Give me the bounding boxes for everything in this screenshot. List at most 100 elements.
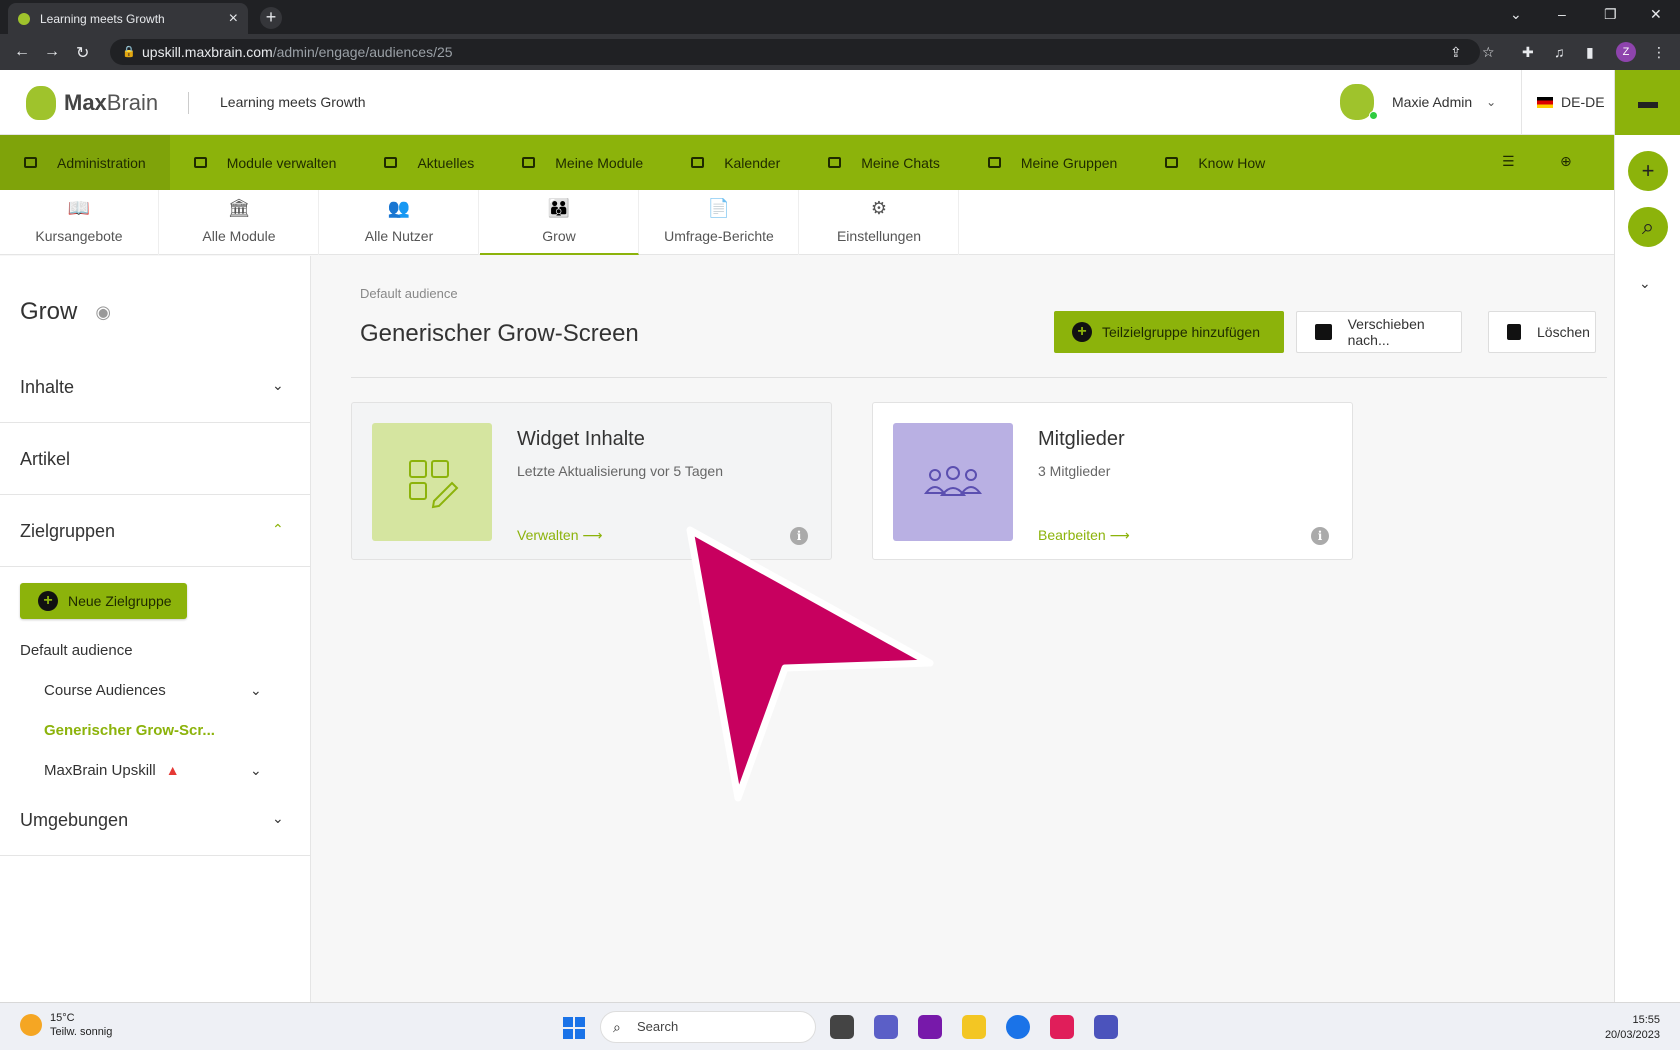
chevron-down-icon: ⌄ — [272, 377, 284, 393]
sidebar-section-umgebungen[interactable]: Umgebungen ⌄ — [0, 784, 311, 856]
nav-label: Meine Chats — [861, 154, 940, 171]
sidebar-section-artikel[interactable]: Artikel — [0, 423, 311, 495]
new-tab-button[interactable]: + — [260, 7, 282, 29]
onenote-icon[interactable] — [918, 1015, 942, 1039]
share-icon[interactable]: ⇪ — [1450, 44, 1462, 61]
side-panel-icon[interactable]: ▮ — [1586, 44, 1594, 61]
close-tab-icon[interactable]: × — [229, 10, 238, 28]
user-avatar — [1340, 84, 1378, 120]
browser-menu-icon[interactable]: ⋮ — [1652, 44, 1666, 61]
maxbrain-logo[interactable]: MaxBrain — [26, 86, 158, 120]
right-rail: ▬ + ⌕ ⌄ — [1614, 70, 1680, 1002]
teams-icon[interactable] — [1094, 1015, 1118, 1039]
header-divider-line — [351, 377, 1607, 378]
browser-tab[interactable]: Learning meets Growth × — [8, 3, 248, 34]
profile-avatar[interactable]: Z — [1616, 42, 1636, 62]
warning-icon: ▲ — [165, 762, 180, 778]
grow-sidebar: Grow ◉ Inhalte ⌄ Artikel Zielgruppen ⌃ +… — [0, 256, 311, 1002]
audience-label: Generischer Grow-Scr... — [44, 722, 215, 739]
rail-chevron-down-icon[interactable]: ⌄ — [1639, 275, 1651, 292]
nav-item-know-how[interactable]: Know How — [1141, 135, 1289, 190]
gears-icon: ⚙ — [870, 198, 888, 218]
audience-label: Course Audiences — [44, 682, 166, 699]
eye-icon[interactable]: ◉ — [95, 302, 111, 323]
clock-date: 20/03/2023 — [1604, 1029, 1660, 1041]
tab-label: Alle Nutzer — [364, 228, 434, 244]
chrome-icon[interactable] — [1006, 1015, 1030, 1039]
forward-icon[interactable]: → — [44, 43, 60, 61]
tab-einstellungen[interactable]: ⚙ Einstellungen — [800, 190, 959, 255]
widget-thumbnail — [372, 423, 492, 541]
slack-icon[interactable] — [1050, 1015, 1074, 1039]
tab-alle-module[interactable]: 🏛 Alle Module — [160, 190, 319, 255]
audience-item-generischer-grow-screen[interactable]: Generischer Grow-Scr... — [44, 722, 274, 739]
collapse-menu-icon[interactable]: ☰ — [1502, 153, 1515, 170]
move-to-button[interactable]: Verschieben nach... — [1296, 311, 1462, 353]
language-label: DE-DE — [1561, 94, 1605, 110]
language-selector[interactable]: DE-DE — [1537, 94, 1605, 110]
user-menu[interactable]: Maxie Admin ⌄ — [1340, 84, 1496, 120]
nav-label: Know How — [1198, 154, 1266, 171]
chat-icon[interactable]: ▬ — [1615, 70, 1680, 135]
card-title: Widget Inhalte — [517, 428, 645, 450]
close-window-icon[interactable]: ✕ — [1650, 6, 1662, 23]
windows-start-icon[interactable] — [563, 1017, 585, 1039]
tab-grow[interactable]: 👪 Grow — [480, 190, 639, 255]
members-card[interactable]: Mitglieder 3 Mitglieder Bearbeiten ⟶ i — [872, 402, 1353, 560]
chevron-down-icon[interactable]: ⌄ — [250, 762, 262, 779]
manage-link[interactable]: Verwalten ⟶ — [517, 527, 602, 544]
audience-root[interactable]: Default audience — [20, 642, 133, 659]
nav-item-meine-chats[interactable]: Meine Chats — [804, 135, 964, 190]
bookmark-star-icon[interactable]: ☆ — [1482, 44, 1495, 61]
page-title: Generischer Grow-Screen — [360, 320, 639, 347]
nav-item-meine-gruppen[interactable]: Meine Gruppen — [964, 135, 1142, 190]
task-view-icon[interactable] — [830, 1015, 854, 1039]
widget-content-card[interactable]: Widget Inhalte Letzte Aktualisierung vor… — [351, 402, 832, 560]
reload-icon[interactable]: ↻ — [76, 43, 89, 63]
add-subgroup-button[interactable]: + Teilzielgruppe hinzufügen — [1054, 311, 1284, 353]
audience-item-course-audiences[interactable]: Course Audiences ⌄ — [44, 682, 274, 699]
chevron-down-icon[interactable]: ⌄ — [250, 682, 262, 699]
system-clock[interactable]: 15:55 20/03/2023 — [1588, 1013, 1660, 1043]
nav-item-administration[interactable]: Administration — [0, 135, 170, 190]
tab-umfrage-berichte[interactable]: 📄 Umfrage-Berichte — [640, 190, 799, 255]
tab-search-icon[interactable]: ⌄ — [1510, 6, 1522, 23]
new-audience-button[interactable]: + Neue Zielgruppe — [20, 583, 187, 619]
weather-widget[interactable]: 15°C Teilw. sonnig — [20, 1011, 112, 1039]
sidebar-section-zielgruppen[interactable]: Zielgruppen ⌃ — [0, 495, 311, 567]
restore-icon[interactable]: ❐ — [1604, 6, 1617, 23]
taskbar-search[interactable]: ⌕ Search — [600, 1011, 816, 1043]
file-explorer-icon[interactable] — [962, 1015, 986, 1039]
edit-link[interactable]: Bearbeiten ⟶ — [1038, 527, 1130, 544]
weather-text: Teilw. sonnig — [50, 1026, 113, 1038]
nav-item-aktuelles[interactable]: Aktuelles — [360, 135, 498, 190]
add-circle-icon[interactable]: ⊕ — [1560, 153, 1572, 170]
info-icon[interactable]: i — [790, 527, 808, 545]
nav-item-module-verwalten[interactable]: Module verwalten — [170, 135, 361, 190]
back-icon[interactable]: ← — [14, 43, 30, 61]
minimize-icon[interactable]: – — [1558, 6, 1566, 22]
header-tagline: Learning meets Growth — [220, 94, 366, 110]
extensions-icon[interactable]: ✚ — [1522, 44, 1534, 61]
address-bar[interactable]: 🔒 upskill.maxbrain.com/admin/engage/audi… — [110, 39, 1480, 65]
tab-label: Umfrage-Berichte — [664, 228, 774, 244]
breadcrumb[interactable]: Default audience — [360, 286, 458, 301]
header-separator — [188, 92, 189, 114]
nav-item-kalender[interactable]: Kalender — [667, 135, 804, 190]
german-flag-icon — [1537, 96, 1553, 108]
sidebar-section-inhalte[interactable]: Inhalte ⌄ — [0, 351, 311, 423]
modules-icon — [193, 157, 207, 168]
media-icon[interactable]: ♫ — [1554, 44, 1565, 60]
search-icon[interactable]: ⌕ — [1628, 207, 1668, 247]
delete-button[interactable]: Löschen — [1488, 311, 1596, 353]
info-icon[interactable]: i — [1311, 527, 1329, 545]
tab-alle-nutzer[interactable]: 👥 Alle Nutzer — [320, 190, 479, 255]
teams-chat-icon[interactable] — [874, 1015, 898, 1039]
browser-toolbar: ← → ↻ 🔒 upskill.maxbrain.com/admin/engag… — [0, 34, 1680, 70]
nav-item-meine-module[interactable]: Meine Module — [498, 135, 667, 190]
tab-kursangebote[interactable]: 📖 Kursangebote — [0, 190, 159, 255]
arrow-right-icon: ⟶ — [582, 527, 603, 543]
add-icon[interactable]: + — [1628, 151, 1668, 191]
tab-label: Alle Module — [202, 228, 276, 244]
audience-item-maxbrain-upskill[interactable]: MaxBrain Upskill ▲ ⌄ — [44, 762, 274, 779]
